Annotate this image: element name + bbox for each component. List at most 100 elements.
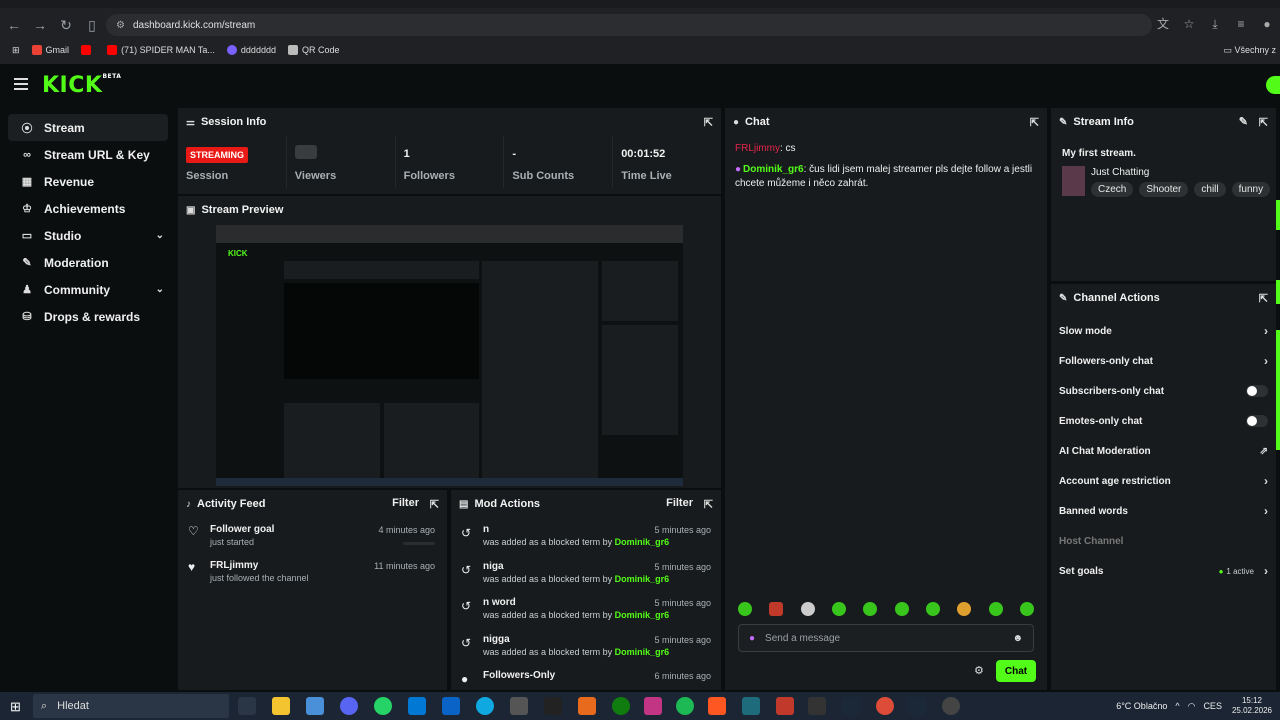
emotes-only-toggle[interactable] <box>1246 415 1268 427</box>
kick-logo[interactable]: KICKBETA <box>42 73 121 98</box>
viewers-toggle[interactable] <box>294 145 317 159</box>
app-icon[interactable] <box>578 697 596 715</box>
action-banned-words[interactable]: Banned words › <box>1051 496 1276 526</box>
instagram-icon[interactable] <box>644 697 662 715</box>
user-avatar[interactable] <box>1266 76 1280 94</box>
app-icon[interactable] <box>442 697 460 715</box>
reload-icon[interactable]: ↻ <box>54 13 78 37</box>
action-ai-moderation[interactable]: AI Chat Moderation ⇗ <box>1051 436 1276 466</box>
popout-icon[interactable]: ⇱ <box>1030 116 1039 129</box>
action-account-age[interactable]: Account age restriction › <box>1051 466 1276 496</box>
session-info-panel: ⚌ Session Info ⇱ STREAMING Session Viewer… <box>178 108 721 194</box>
popout-icon[interactable]: ⇱ <box>704 116 713 129</box>
popout-icon[interactable]: ⇱ <box>430 498 439 511</box>
tray-chevron-icon[interactable]: ^ <box>1175 701 1179 711</box>
mod-filter-button[interactable]: Filter <box>666 497 693 509</box>
translate-icon[interactable]: 文 <box>1150 12 1176 36</box>
forward-icon[interactable]: → <box>28 13 52 37</box>
undo-icon[interactable]: ↺ <box>461 563 471 577</box>
popout-icon[interactable]: ⇱ <box>704 498 713 511</box>
studio-icon: ▭ <box>21 230 33 242</box>
sidebar-item-stream[interactable]: ⦿ Stream <box>8 114 168 141</box>
sidebar-item-drops[interactable]: ⛁ Drops & rewards <box>8 303 168 330</box>
sidebar-item-community[interactable]: ♟ Community ⌄ <box>8 276 168 303</box>
taskbar-search[interactable]: ⌕ Hledat <box>33 694 229 718</box>
sidebar-toggle-icon[interactable]: ▯ <box>80 13 104 37</box>
undo-icon[interactable]: ↺ <box>461 636 471 650</box>
emote-icon[interactable] <box>800 602 815 616</box>
app-icon[interactable] <box>942 697 960 715</box>
action-followers-only[interactable]: Followers-only chat › <box>1051 346 1276 376</box>
clock[interactable]: 15:12 25.02.2026 <box>1232 696 1272 716</box>
bookmark-ddd[interactable]: ddddddd <box>226 45 276 55</box>
preview-browser-bar <box>216 225 683 243</box>
weather-widget[interactable]: 6°C Oblačno <box>1116 701 1167 711</box>
app-icon[interactable] <box>742 697 760 715</box>
emote-icon[interactable] <box>894 602 909 616</box>
sidebar-item-moderation[interactable]: ✎ Moderation <box>8 249 168 276</box>
bookmark-qr[interactable]: QR Code <box>287 45 340 55</box>
subscribers-only-toggle[interactable] <box>1246 385 1268 397</box>
all-bookmarks[interactable]: ▭ Všechny z <box>1223 45 1276 56</box>
popout-icon[interactable]: ⇱ <box>1259 292 1268 305</box>
task-view-icon[interactable] <box>238 697 256 715</box>
lang-indicator[interactable]: CES <box>1203 701 1222 711</box>
spotify-icon[interactable] <box>676 697 694 715</box>
site-info-icon[interactable]: ⚙ <box>116 20 125 31</box>
sidebar-item-stream-url[interactable]: ∞ Stream URL & Key <box>8 141 168 168</box>
edit-icon[interactable]: ✎ <box>1239 115 1248 128</box>
stream-preview-video[interactable]: KICK <box>216 225 683 486</box>
undo-icon[interactable]: ↺ <box>461 599 471 613</box>
emote-icon[interactable] <box>738 602 752 616</box>
send-chat-button[interactable]: Chat <box>996 660 1036 682</box>
undo-icon[interactable]: ↺ <box>461 526 471 540</box>
action-slow-mode[interactable]: Slow mode › <box>1051 316 1276 346</box>
xbox-icon[interactable] <box>612 697 630 715</box>
app-icon[interactable] <box>776 697 794 715</box>
popout-icon[interactable]: ⇱ <box>1259 116 1268 129</box>
app-icon[interactable] <box>544 697 562 715</box>
store-icon[interactable] <box>306 697 324 715</box>
bookmark-star-icon[interactable]: ☆ <box>1176 12 1202 36</box>
back-icon[interactable]: ← <box>2 13 26 37</box>
activity-filter-button[interactable]: Filter <box>392 497 419 509</box>
action-set-goals[interactable]: Set goals1 active› <box>1051 556 1276 586</box>
outlook-icon[interactable] <box>408 697 426 715</box>
bookmark-youtube[interactable] <box>81 45 95 55</box>
menu-icon[interactable] <box>14 78 28 90</box>
apps-icon[interactable]: ⊞ <box>12 45 20 56</box>
chat-message-input[interactable]: ● Send a message ☻ <box>738 624 1034 652</box>
emote-icon[interactable] <box>925 602 940 616</box>
sidebar-item-studio[interactable]: ▭ Studio ⌄ <box>8 222 168 249</box>
emote-icon[interactable] <box>863 602 878 616</box>
steam-icon[interactable] <box>842 697 860 715</box>
app-icon[interactable] <box>708 697 726 715</box>
whatsapp-icon[interactable] <box>374 697 392 715</box>
emoji-picker-icon[interactable]: ☻ <box>1012 633 1023 644</box>
url-text: dashboard.kick.com/stream <box>132 19 256 31</box>
chat-settings-icon[interactable]: ⚙ <box>974 664 984 677</box>
emote-icon[interactable] <box>988 602 1003 616</box>
address-bar[interactable]: ⚙ dashboard.kick.com/stream <box>106 14 1152 36</box>
emote-icon[interactable] <box>1019 602 1034 616</box>
tab-search-icon[interactable]: ≡ <box>1228 12 1254 36</box>
emote-icon[interactable] <box>831 602 846 616</box>
bookmark-spiderman[interactable]: (71) SPIDER MAN Ta... <box>107 45 215 55</box>
epic-games-icon[interactable] <box>808 697 826 715</box>
download-icon[interactable]: ⤓ <box>1202 12 1228 36</box>
emote-icon[interactable] <box>769 602 784 616</box>
preview-taskbar <box>216 478 683 486</box>
network-icon[interactable]: ◠ <box>1188 701 1196 712</box>
bookmark-gmail[interactable]: Gmail <box>31 45 69 55</box>
sidebar-item-revenue[interactable]: ▦ Revenue <box>8 168 168 195</box>
steam-icon[interactable] <box>908 697 926 715</box>
windows-start-icon[interactable]: ⊞ <box>10 699 21 715</box>
emote-icon[interactable] <box>957 602 972 616</box>
edge-icon[interactable] <box>476 697 494 715</box>
calculator-icon[interactable] <box>510 697 528 715</box>
discord-icon[interactable] <box>340 697 358 715</box>
chrome-icon[interactable] <box>876 697 894 715</box>
profile-icon[interactable]: ● <box>1254 12 1280 36</box>
sidebar-item-achievements[interactable]: ♔ Achievements <box>8 195 168 222</box>
file-explorer-icon[interactable] <box>272 697 290 715</box>
